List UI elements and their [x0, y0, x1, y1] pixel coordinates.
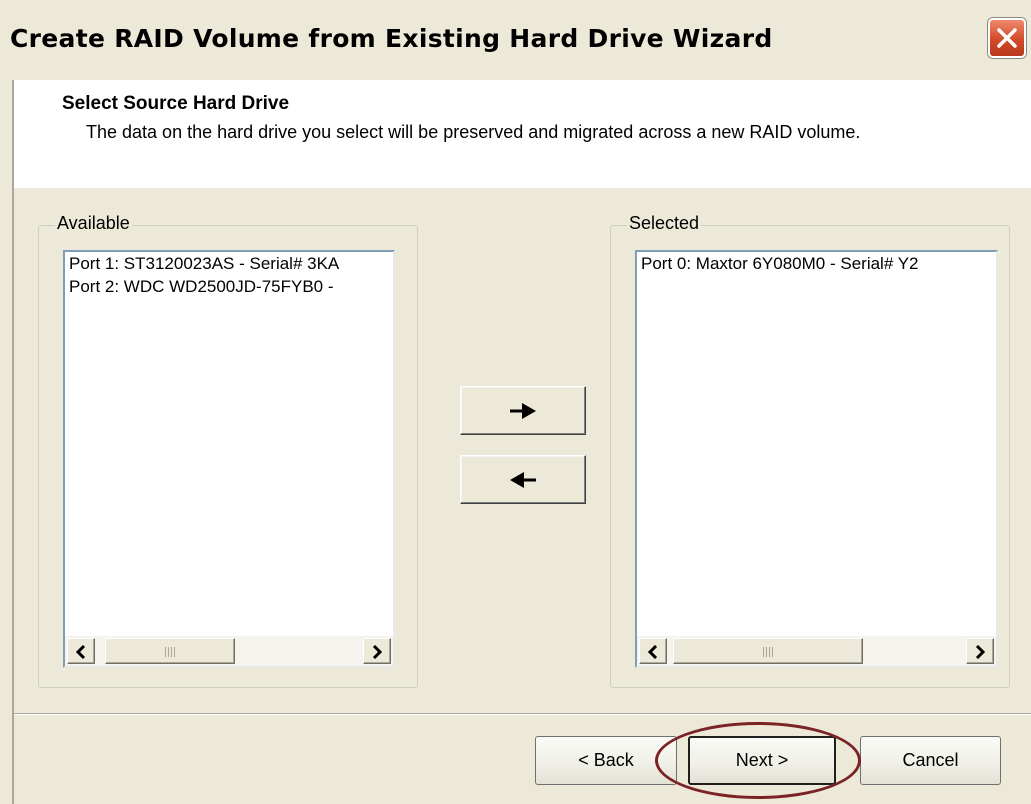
arrow-right-icon	[510, 402, 536, 419]
list-item[interactable]: Port 2: WDC WD2500JD-75FYB0 -	[65, 275, 393, 298]
move-right-button[interactable]	[460, 386, 586, 435]
list-item[interactable]: Port 1: ST3120023AS - Serial# 3KA	[65, 252, 393, 275]
chevron-right-icon	[372, 645, 383, 659]
scroll-left-button[interactable]	[639, 638, 667, 664]
available-horizontal-scrollbar[interactable]	[65, 636, 393, 666]
grip-icon	[165, 647, 175, 657]
available-group: Available Port 1: ST3120023AS - Serial# …	[38, 213, 418, 688]
chevron-left-icon	[647, 645, 658, 659]
chevron-right-icon	[975, 645, 986, 659]
window-title: Create RAID Volume from Existing Hard Dr…	[10, 24, 773, 53]
list-item[interactable]: Port 0: Maxtor 6Y080M0 - Serial# Y2	[637, 252, 996, 275]
header-divider	[14, 187, 1031, 188]
back-button[interactable]: < Back	[535, 736, 677, 785]
move-left-button[interactable]	[460, 455, 586, 504]
scroll-right-button[interactable]	[363, 638, 391, 664]
header-panel: Select Source Hard Drive The data on the…	[14, 80, 1031, 188]
scroll-right-button[interactable]	[966, 638, 994, 664]
scroll-thumb[interactable]	[105, 638, 235, 664]
available-label: Available	[55, 213, 132, 234]
selected-label: Selected	[627, 213, 702, 234]
available-listbox[interactable]: Port 1: ST3120023AS - Serial# 3KA Port 2…	[63, 250, 395, 668]
page-description: The data on the hard drive you select wi…	[86, 122, 861, 142]
selected-group: Selected Port 0: Maxtor 6Y080M0 - Serial…	[610, 213, 1010, 688]
selected-horizontal-scrollbar[interactable]	[637, 636, 996, 666]
selected-listbox[interactable]: Port 0: Maxtor 6Y080M0 - Serial# Y2	[635, 250, 998, 668]
page-title: Select Source Hard Drive	[62, 93, 290, 114]
window-left-edge	[12, 80, 14, 804]
scroll-left-button[interactable]	[67, 638, 95, 664]
arrow-left-icon	[510, 471, 536, 488]
footer-divider-highlight	[14, 714, 1031, 715]
next-button[interactable]: Next >	[688, 736, 836, 785]
close-button[interactable]	[988, 18, 1026, 58]
title-bar: Create RAID Volume from Existing Hard Dr…	[0, 0, 1031, 86]
chevron-left-icon	[75, 645, 86, 659]
scroll-thumb[interactable]	[673, 638, 863, 664]
grip-icon	[763, 647, 773, 657]
wizard-window: Create RAID Volume from Existing Hard Dr…	[0, 0, 1031, 804]
cancel-button[interactable]: Cancel	[860, 736, 1001, 785]
close-icon	[997, 28, 1017, 48]
